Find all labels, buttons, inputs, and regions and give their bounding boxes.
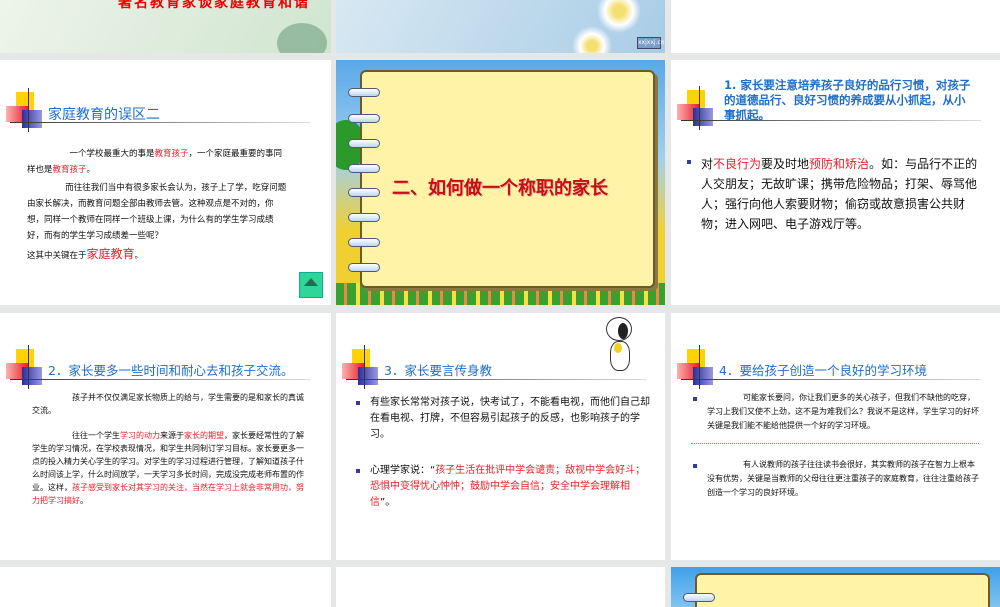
- bullet-item: 心理学家说：“孩子生活在批评中学会谴责；敌视中学会好斗；恐惧中变得忧心忡忡；鼓励…: [354, 463, 650, 511]
- slide-thumbnail-3[interactable]: [671, 0, 1000, 53]
- slide-heading: 4．要给孩子创造一个良好的学习环境: [719, 363, 927, 378]
- slide-title: 二、如何做一个称职的家长: [392, 178, 608, 199]
- bullet-item: 可能家长要问，你让我们更多的关心孩子，但我们不缺他的吃穿，学习上我们又使不上劲，…: [691, 391, 979, 444]
- divider: [28, 88, 29, 132]
- deco-square-icon: [22, 367, 42, 385]
- slide-header: 2．家长要多一些时间和耐心去和孩子交流。: [6, 345, 316, 389]
- slide-header: 4．要给孩子创造一个良好的学习环境: [677, 345, 987, 389]
- divider: [346, 379, 646, 380]
- deco-square-icon: [358, 367, 378, 385]
- slide-thumbnail-10[interactable]: [0, 567, 331, 607]
- slide-thumbnail-12[interactable]: [671, 567, 1000, 607]
- slide-thumbnail-2[interactable]: xxjxxj.cn: [336, 0, 665, 53]
- home-button[interactable]: [299, 272, 323, 298]
- notebook-ring: [683, 593, 715, 602]
- slide-thumbnail-9[interactable]: 4．要给孩子创造一个良好的学习环境 可能家长要问，你让我们更多的关心孩子，但我们…: [671, 313, 1000, 560]
- slide-header: 3．家长要言传身教: [342, 345, 652, 389]
- slide-heading: 2．家长要多一些时间和耐心去和孩子交流。: [48, 363, 294, 378]
- slide-thumbnail-8[interactable]: 3．家长要言传身教 有些家长常常对孩子说，快考试了，不能看电视，而他们自己却在看…: [336, 313, 665, 560]
- bullet-item: 有人说教师的孩子往往读书会很好，其实教师的孩子在智力上根本没有优势，关键是当教师…: [691, 458, 979, 500]
- bullet-item: 有些家长常常对孩子说，快考试了，不能看电视，而他们自己却在看电视、打牌，不但容易…: [354, 395, 650, 443]
- divider: [681, 379, 981, 380]
- slide-thumbnail-5[interactable]: 二、如何做一个称职的家长: [336, 60, 665, 305]
- divider: [364, 345, 365, 389]
- divider: [28, 345, 29, 389]
- site-logo: xxjxxj.cn: [637, 37, 665, 49]
- lotus-leaf-image: [277, 23, 327, 53]
- notebook-frame: 二、如何做一个称职的家长: [360, 70, 655, 288]
- slide-body: 孩子并不仅仅满足家长物质上的给与，学生需要的是和家长的真诚交流。 往往一个学生学…: [32, 393, 304, 505]
- slide-heading: 3．家长要言传身教: [384, 363, 492, 378]
- slide-thumbnail-4[interactable]: 家庭教育的误区二 一个学校最重大的事是教育孩子，一个家庭最重要的事同样也是教育孩…: [0, 60, 331, 305]
- slide-title: 著名教育家谈家庭教育和谐: [118, 0, 310, 11]
- slide-heading: 家庭教育的误区二: [48, 107, 160, 123]
- slide-thumbnail-6[interactable]: 1. 家长要注意培养孩子良好的品行习惯，对孩子的道德品行、良好习惯的养成要从小抓…: [671, 60, 1000, 305]
- slide-body: 可能家长要问，你让我们更多的关心孩子，但我们不缺他的吃穿，学习上我们又使不上劲，…: [691, 391, 979, 500]
- slide-body: 有些家长常常对孩子说，快考试了，不能看电视，而他们自己却在看电视、打牌，不但容易…: [354, 395, 650, 511]
- deco-square-icon: [693, 108, 713, 126]
- slide-thumbnail-1[interactable]: 著名教育家谈家庭教育和谐: [0, 0, 331, 53]
- divider: [699, 345, 700, 389]
- slide-body: 一个学校最重大的事是教育孩子，一个家庭最重要的事同样也是教育孩子。 而往往我们当…: [27, 149, 287, 261]
- deco-square-icon: [22, 110, 42, 128]
- slide-heading: 1. 家长要注意培养孩子良好的品行习惯，对孩子的道德品行、良好习惯的养成要从小抓…: [724, 78, 971, 122]
- slide-thumbnail-11[interactable]: [336, 567, 665, 607]
- deco-square-icon: [693, 367, 713, 385]
- divider: [10, 379, 310, 380]
- slide-header: 家庭教育的误区二: [6, 88, 316, 132]
- home-icon: [304, 278, 318, 286]
- slide-thumbnail-7[interactable]: 2．家长要多一些时间和耐心去和孩子交流。 孩子并不仅仅满足家长物质上的给与，学生…: [0, 313, 331, 560]
- divider: [699, 86, 700, 130]
- notebook-frame: [695, 573, 990, 607]
- bullet-item: 对不良行为要及时地预防和矫治。如：与品行不正的人交朋友；无故旷课；携带危险物品；…: [685, 154, 985, 234]
